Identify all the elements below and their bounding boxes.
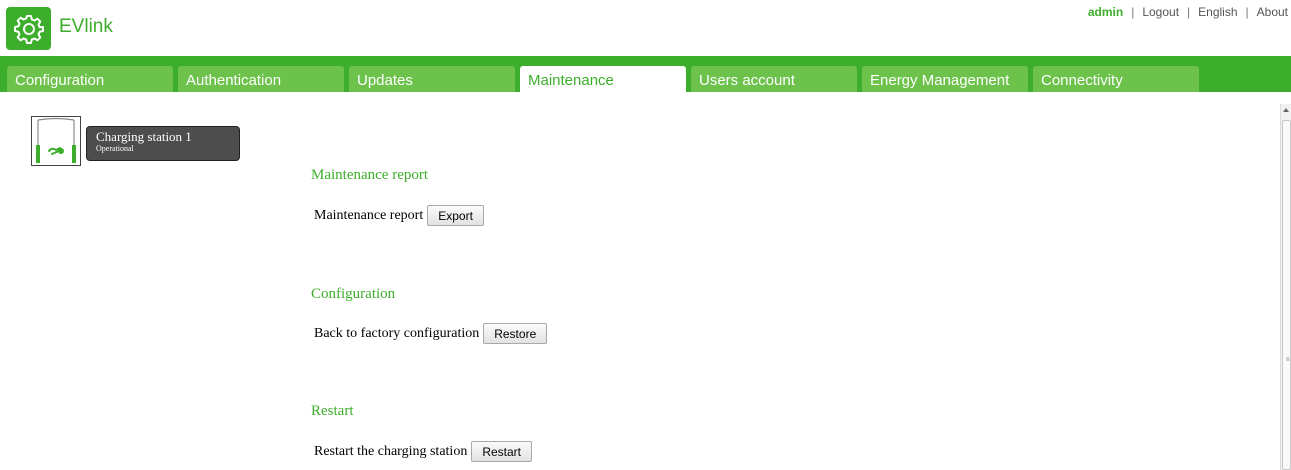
scroll-thumb[interactable]: ≡ — [1282, 120, 1291, 470]
separator: | — [1245, 5, 1249, 19]
maintenance-report-label: Maintenance report — [314, 207, 424, 223]
station-name: Charging station 1 — [96, 129, 192, 144]
tab-updates[interactable]: Updates — [349, 66, 515, 92]
section-title-configuration: Configuration — [311, 286, 396, 302]
export-button[interactable]: Export — [427, 205, 484, 226]
charging-station-icon — [36, 117, 76, 163]
tab-connectivity[interactable]: Connectivity — [1033, 66, 1199, 92]
tab-configuration[interactable]: Configuration — [7, 66, 173, 92]
tab-bar: Configuration Authentication Updates Mai… — [0, 56, 1291, 92]
separator: | — [1187, 5, 1191, 19]
station-card[interactable]: Charging station 1 Operational — [86, 126, 240, 161]
language-link[interactable]: English — [1198, 5, 1237, 19]
restart-row: Restart the charging station Restart — [314, 441, 533, 462]
brand-name: EVlink — [59, 16, 113, 37]
charging-station-icon[interactable] — [31, 116, 81, 166]
factory-config-row: Back to factory configuration Restore — [314, 323, 548, 344]
station-status: Operational — [96, 144, 134, 153]
scroll-up-arrow-icon[interactable] — [1283, 108, 1289, 112]
logo — [6, 7, 51, 50]
restore-button[interactable]: Restore — [483, 323, 548, 344]
vertical-scrollbar[interactable]: ≡ — [1280, 104, 1291, 470]
factory-config-label: Back to factory configuration — [314, 325, 480, 341]
scroll-grip-icon: ≡ — [1286, 357, 1290, 363]
separator: | — [1131, 5, 1135, 19]
tab-users-account[interactable]: Users account — [691, 66, 857, 92]
maintenance-report-row: Maintenance report Export — [314, 205, 484, 226]
current-user: admin — [1087, 5, 1124, 19]
tab-maintenance[interactable]: Maintenance — [520, 66, 686, 92]
header: EVlink admin | Logout | English | About — [0, 0, 1291, 56]
about-link[interactable]: About — [1257, 5, 1288, 19]
restart-label: Restart the charging station — [314, 443, 468, 459]
section-title-maintenance-report: Maintenance report — [311, 167, 429, 183]
top-links: admin | Logout | English | About — [1088, 5, 1288, 19]
tab-energy-management[interactable]: Energy Management — [862, 66, 1028, 92]
logout-link[interactable]: Logout — [1142, 5, 1179, 19]
restart-button[interactable]: Restart — [471, 441, 533, 462]
gear-icon — [13, 14, 44, 44]
section-title-restart: Restart — [311, 403, 354, 419]
tab-authentication[interactable]: Authentication — [178, 66, 344, 92]
